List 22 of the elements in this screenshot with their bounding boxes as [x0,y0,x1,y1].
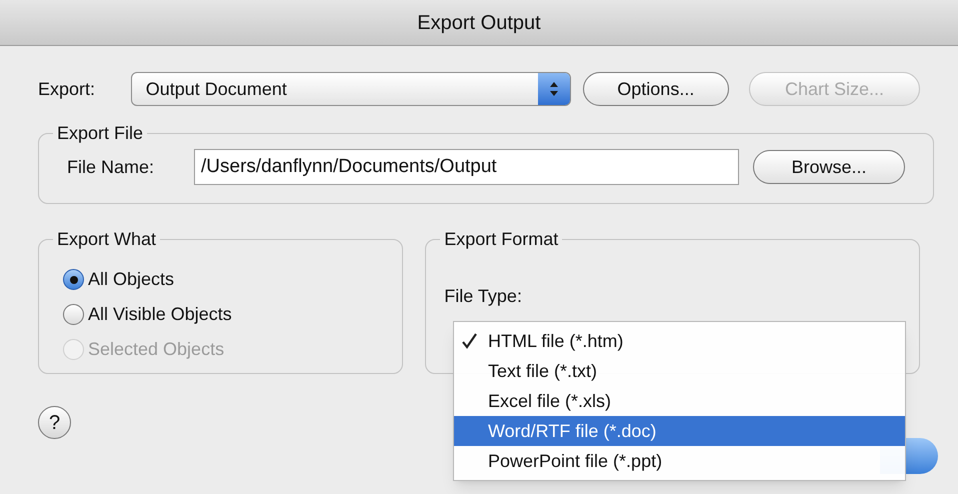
menu-item[interactable]: Excel file (*.xls) [454,386,905,416]
export-popup[interactable]: Output Document [130,72,571,106]
options-button[interactable]: Options... [582,72,730,106]
help-button[interactable]: ? [38,406,71,439]
menu-item[interactable]: HTML file (*.htm) [454,326,905,356]
menu-item[interactable]: PowerPoint file (*.ppt) [454,446,905,476]
group-title: Export What [56,228,158,251]
browse-button[interactable]: Browse... [753,150,905,184]
file-type-label: File Type: [444,286,522,306]
checkmark-icon [462,333,477,349]
menu-item[interactable]: Word/RTF file (*.doc) [454,416,905,446]
radio-button[interactable] [63,304,84,325]
file-name-label: File Name: [67,156,156,178]
export-label: Export: [38,78,96,101]
radio-option[interactable]: All Objects [63,267,378,292]
radio-button[interactable] [63,269,84,290]
radio-option[interactable]: All Visible Objects [63,302,378,327]
file-name-field[interactable]: /Users/danflynn/Documents/Output [194,149,739,185]
group-title: Export Format [443,228,560,251]
group-title: Export File [56,122,144,145]
window-title: Export Output [417,10,541,36]
menu-item[interactable]: Text file (*.txt) [454,356,905,386]
